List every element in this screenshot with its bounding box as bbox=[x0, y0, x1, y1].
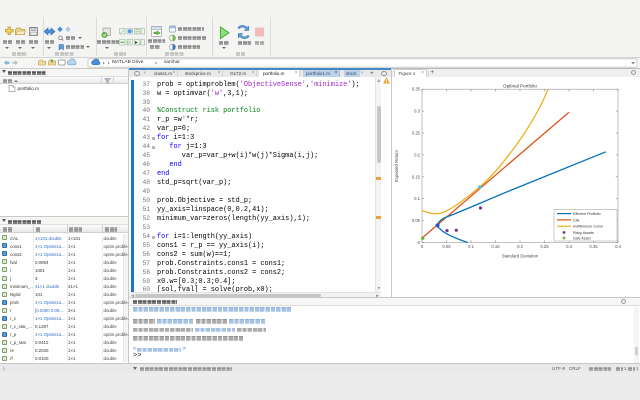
svg-text:0.2: 0.2 bbox=[414, 152, 420, 157]
svg-text:0.1: 0.1 bbox=[468, 244, 474, 249]
svg-text:0.35: 0.35 bbox=[412, 87, 421, 92]
svg-text:Expected Return: Expected Return bbox=[394, 149, 399, 182]
svg-text:0.05: 0.05 bbox=[412, 218, 421, 223]
svg-text:0.3: 0.3 bbox=[414, 109, 420, 114]
svg-text:0.15: 0.15 bbox=[491, 244, 500, 249]
svg-text:CAL: CAL bbox=[573, 218, 580, 222]
svg-text:Indifference Curve: Indifference Curve bbox=[573, 225, 603, 229]
svg-text:0.35: 0.35 bbox=[589, 244, 598, 249]
svg-text:Risky Assets: Risky Assets bbox=[573, 231, 594, 235]
svg-text:0.4: 0.4 bbox=[615, 244, 621, 249]
svg-text:0.05: 0.05 bbox=[442, 244, 451, 249]
svg-text:Safe Asset: Safe Asset bbox=[573, 236, 591, 240]
svg-text:0.25: 0.25 bbox=[412, 131, 421, 136]
svg-text:Efficient Portfolio: Efficient Portfolio bbox=[573, 212, 601, 216]
svg-text:0.3: 0.3 bbox=[566, 244, 572, 249]
svg-text:0: 0 bbox=[421, 244, 424, 249]
svg-text:Optimal Portfolio: Optimal Portfolio bbox=[503, 84, 537, 89]
svg-text:0.15: 0.15 bbox=[412, 174, 421, 179]
svg-text:0.25: 0.25 bbox=[540, 244, 549, 249]
svg-text:0.2: 0.2 bbox=[517, 244, 523, 249]
svg-text:Standard Deviation: Standard Deviation bbox=[502, 254, 539, 259]
svg-text:0.1: 0.1 bbox=[414, 196, 420, 201]
